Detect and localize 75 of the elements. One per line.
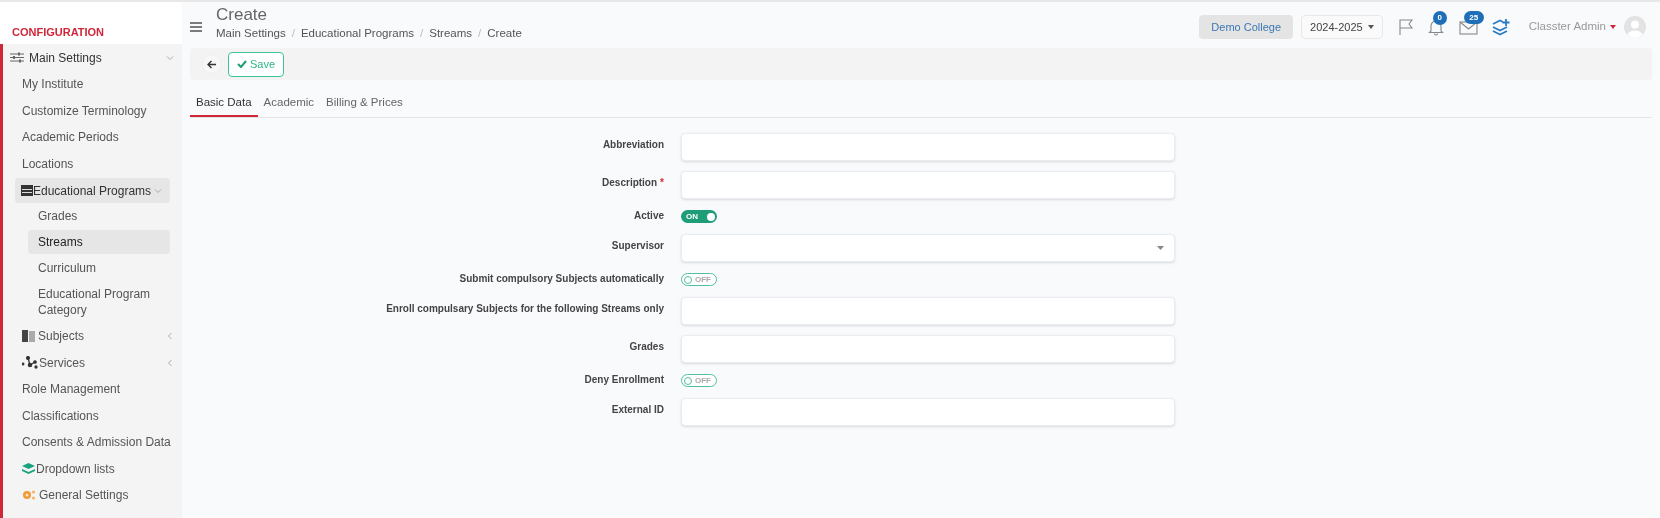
- field-label: Abbreviation: [602, 139, 664, 150]
- layers-plus-icon[interactable]: [1490, 18, 1511, 36]
- sidebar-item[interactable]: General Settings: [3, 482, 182, 509]
- layers-icon: [22, 462, 35, 475]
- breadcrumb-link[interactable]: Streams: [429, 25, 473, 41]
- sidebar-label: Dropdown lists: [36, 460, 115, 478]
- mail-icon[interactable]: [1458, 19, 1479, 35]
- sidebar-label: Educational Programs: [33, 182, 152, 200]
- tab[interactable]: Academic: [257, 90, 321, 117]
- sidebar-subitem[interactable]: Educational Program Category: [28, 282, 170, 322]
- breadcrumb-link[interactable]: Educational Programs: [300, 25, 415, 41]
- sidebar-item[interactable]: Consents & Admission Data: [3, 429, 182, 456]
- sidebar-item[interactable]: Classifications: [3, 402, 182, 429]
- sidebar-subitem[interactable]: Curriculum: [28, 256, 170, 280]
- calendar-block-icon: [21, 185, 33, 196]
- sidebar-label: Main Settings: [29, 49, 102, 67]
- field-label: Submit compulsory Subjects automatically: [459, 273, 664, 284]
- breadcrumb-separator: /: [420, 26, 424, 41]
- required-mark: *: [660, 177, 664, 188]
- sidebar-heading: CONFIGURATION: [12, 24, 105, 40]
- field-label: Grades: [629, 341, 664, 352]
- institution-button[interactable]: Demo College: [1199, 15, 1294, 39]
- sidebar-item[interactable]: Locations: [3, 150, 182, 177]
- arrow-left-icon: [207, 59, 217, 69]
- text-field[interactable]: [681, 335, 1175, 363]
- field-label: Deny Enrollment: [584, 374, 664, 385]
- field-label: Description: [602, 177, 658, 188]
- sidebar-subitem[interactable]: Streams: [28, 230, 170, 254]
- menu-icon[interactable]: [190, 22, 202, 32]
- notification-badge: 0: [1432, 11, 1447, 25]
- text-field[interactable]: [681, 133, 1175, 161]
- check-icon: [237, 60, 247, 68]
- back-button[interactable]: [202, 54, 222, 74]
- sidebar-item[interactable]: My Institute: [3, 71, 182, 98]
- caret-icon: [1157, 246, 1164, 250]
- nodes-icon: [22, 356, 38, 370]
- breadcrumb-separator: /: [478, 26, 482, 41]
- message-badge: 25: [1463, 11, 1484, 24]
- tab[interactable]: Billing & Prices: [320, 90, 409, 117]
- flag-icon[interactable]: [1396, 18, 1415, 36]
- breadcrumb-link[interactable]: Main Settings: [216, 25, 286, 41]
- sidebar-item[interactable]: Subjects: [3, 323, 182, 350]
- chevron-left-icon: [166, 332, 174, 341]
- caret-icon: [1610, 25, 1616, 29]
- year-select[interactable]: 2024-2025: [1301, 15, 1383, 39]
- sidebar-group[interactable]: Main Settings: [3, 44, 182, 71]
- chevron-down-icon: [154, 186, 162, 195]
- text-field[interactable]: [681, 171, 1175, 199]
- sidebar-label: General Settings: [39, 487, 129, 505]
- field-label: Supervisor: [611, 240, 664, 251]
- sliders-icon: [10, 52, 24, 63]
- sidebar-item[interactable]: Services: [3, 349, 182, 376]
- sidebar-label: Subjects: [38, 328, 85, 346]
- breadcrumb-separator: /: [291, 26, 295, 41]
- tab[interactable]: Basic Data: [190, 90, 258, 117]
- caret-icon: [1367, 25, 1374, 29]
- sidebar-item[interactable]: Customize Terminology: [3, 97, 182, 124]
- sidebar-item[interactable]: Role Management: [3, 376, 182, 403]
- sidebar-subitem[interactable]: Grades: [28, 204, 170, 228]
- field-label: Enroll compulsary Subjects for the following Streams only: [386, 303, 664, 314]
- book-icon: [22, 330, 36, 343]
- avatar[interactable]: [1624, 16, 1646, 38]
- chevron-down-icon: [166, 53, 174, 62]
- field-label: Active: [634, 210, 664, 221]
- sidebar-label: Services: [39, 354, 85, 372]
- select-field[interactable]: [681, 234, 1175, 262]
- text-field[interactable]: [681, 297, 1175, 325]
- field-label: External ID: [611, 404, 664, 415]
- chevron-left-icon: [166, 358, 174, 367]
- gear-icon: [22, 489, 36, 502]
- sidebar-group[interactable]: Educational Programs: [15, 178, 170, 203]
- sidebar-item[interactable]: Academic Periods: [3, 124, 182, 151]
- text-field[interactable]: [681, 398, 1175, 426]
- sidebar-item[interactable]: Dropdown lists: [3, 455, 182, 482]
- page-title: Create: [216, 5, 269, 25]
